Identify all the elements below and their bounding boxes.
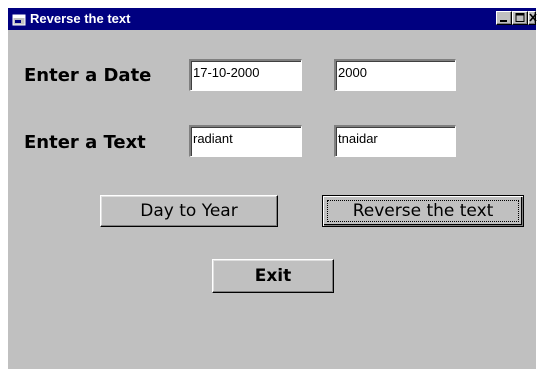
- year-output[interactable]: 2000: [334, 59, 456, 91]
- maximize-button[interactable]: [512, 11, 528, 25]
- exit-button[interactable]: Exit: [212, 259, 334, 293]
- date-input[interactable]: 17-10-2000: [189, 59, 302, 91]
- app-window: Reverse the text Enter a Date 17-10-2000…: [8, 8, 537, 369]
- date-label: Enter a Date: [24, 65, 152, 86]
- reversed-text-output[interactable]: tnaidar: [334, 125, 456, 157]
- close-icon: [529, 13, 537, 22]
- window-title: Reverse the text: [30, 11, 131, 26]
- reverse-text-button-label: Reverse the text: [352, 201, 494, 221]
- reverse-text-button[interactable]: Reverse the text: [322, 195, 524, 227]
- app-window-icon[interactable]: [12, 12, 26, 26]
- maximize-icon: [515, 13, 525, 22]
- day-to-year-button-label: Day to Year: [140, 201, 238, 221]
- day-to-year-button[interactable]: Day to Year: [100, 195, 278, 227]
- title-bar[interactable]: Reverse the text: [8, 8, 537, 30]
- exit-button-label: Exit: [254, 266, 292, 286]
- close-button[interactable]: [528, 11, 537, 25]
- minimize-button[interactable]: [496, 11, 512, 25]
- text-label: Enter a Text: [24, 132, 146, 153]
- minimize-icon: [500, 20, 507, 22]
- text-input[interactable]: radiant: [189, 125, 302, 157]
